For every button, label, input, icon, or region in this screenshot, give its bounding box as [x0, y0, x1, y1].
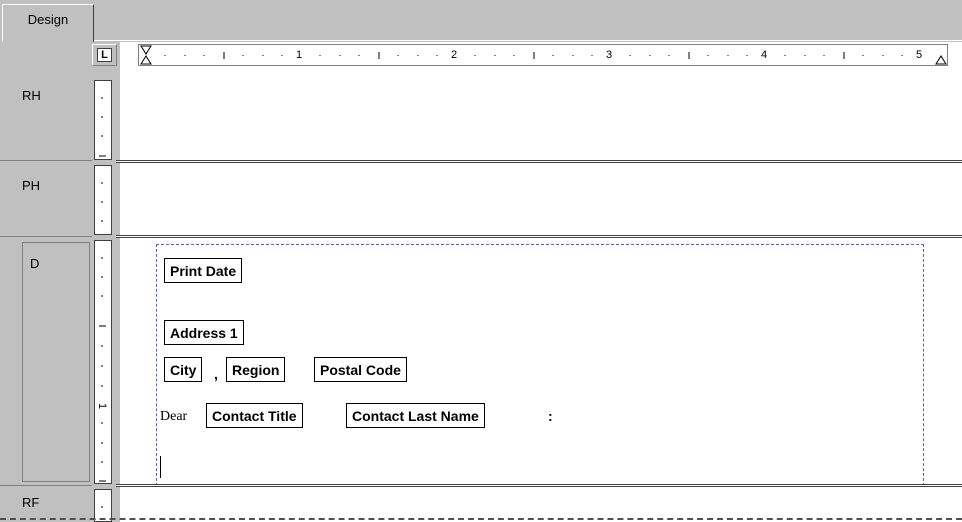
ruler-number: 5: [916, 49, 923, 61]
field-label: Postal Code: [320, 361, 401, 378]
field-label: City: [170, 361, 197, 378]
ruler-number: 1: [296, 49, 303, 61]
section-label-ph[interactable]: PH: [22, 178, 40, 193]
field-print-date[interactable]: Print Date: [164, 258, 243, 283]
tab-design-label: Design: [27, 12, 69, 27]
section-divider-ph[interactable]: [116, 160, 962, 163]
page-boundary: [0, 518, 962, 520]
vertical-ruler-ticks: [101, 506, 103, 508]
vertical-ruler-ticks: [101, 182, 103, 222]
field-city[interactable]: City: [164, 357, 203, 382]
left-margin-marker: [140, 45, 152, 65]
field-postal-code[interactable]: Postal Code: [314, 357, 407, 382]
section-label-rh[interactable]: RH: [22, 88, 41, 103]
ruler-ticks: [140, 45, 947, 65]
section-label-rf[interactable]: RF: [22, 495, 39, 510]
field-label: Print Date: [170, 262, 237, 279]
dear-text: Dear: [160, 409, 188, 424]
right-margin-marker: [935, 55, 947, 65]
field-label: Contact Last Name: [352, 407, 479, 424]
field-contact-last-name[interactable]: Contact Last Name: [346, 403, 485, 428]
section-divider-d[interactable]: [116, 235, 962, 238]
vertical-ruler-ticks: 1: [96, 257, 108, 482]
section-selected-outline: [22, 242, 90, 482]
ruler-number: 4: [761, 49, 768, 61]
field-label: Region: [232, 361, 280, 378]
tab-divider: [94, 40, 962, 41]
tab-stop-selector[interactable]: L: [97, 48, 112, 62]
field-label: Contact Title: [212, 407, 297, 424]
section-label-d[interactable]: D: [30, 256, 39, 271]
field-contact-title[interactable]: Contact Title: [206, 403, 303, 428]
field-label: Address 1: [170, 324, 238, 341]
vertical-ruler-ticks: [99, 97, 106, 157]
comma-text: ,: [214, 366, 218, 382]
text-cursor: [160, 456, 161, 478]
field-address-1[interactable]: Address 1: [164, 320, 244, 345]
tab-design[interactable]: Design: [2, 4, 94, 42]
colon-text: :: [548, 408, 553, 424]
ruler-number: 3: [606, 49, 613, 61]
ruler-number: 2: [451, 49, 458, 61]
tab-stop-label: L: [101, 49, 108, 61]
field-region[interactable]: Region: [226, 357, 286, 382]
section-divider-rf[interactable]: [116, 484, 962, 487]
svg-text:1: 1: [96, 403, 108, 409]
